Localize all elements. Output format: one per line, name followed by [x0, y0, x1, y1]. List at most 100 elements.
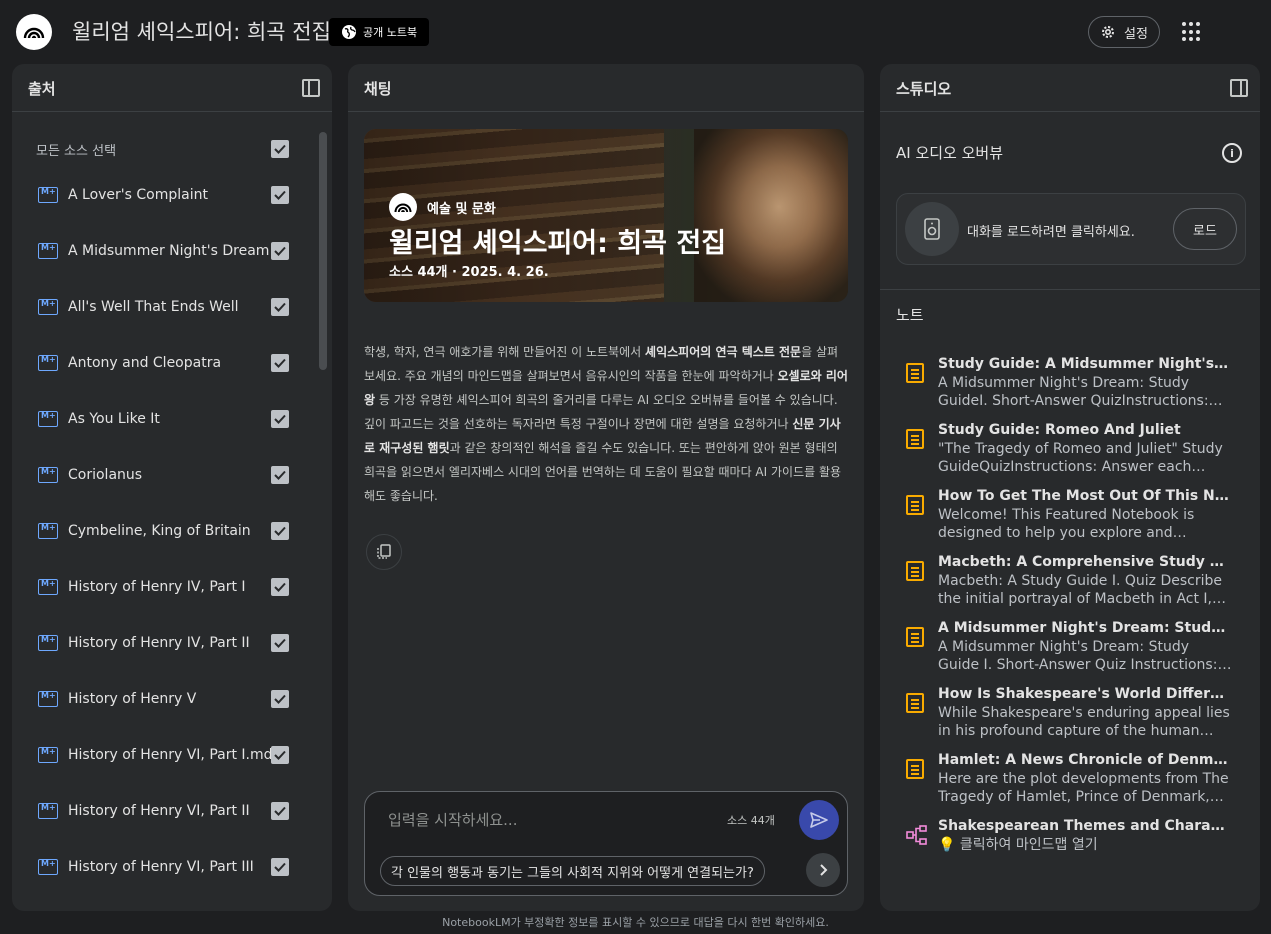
- note-title: A Midsummer Night's Dream: Study Guide: [938, 620, 1232, 636]
- audio-load-prompt: 대화를 로드하려면 클릭하세요.: [967, 225, 1135, 240]
- source-checkbox[interactable]: [271, 746, 289, 764]
- studio-header: 스튜디오: [880, 64, 1260, 112]
- source-item[interactable]: A Lover's Complaint: [12, 169, 320, 225]
- load-button[interactable]: 로드: [1173, 208, 1237, 250]
- note-item[interactable]: Shakespearean Themes and Characters Mind…: [880, 818, 1260, 884]
- chat-header: 채팅: [348, 64, 864, 112]
- hero-subtitle: 소스 44개 · 2025. 4. 26.: [389, 265, 549, 280]
- collapse-panel-icon[interactable]: [1230, 79, 1248, 97]
- send-icon: [810, 812, 828, 828]
- note-icon: [906, 759, 924, 779]
- source-item[interactable]: As You Like It: [12, 393, 320, 449]
- source-checkbox[interactable]: [271, 858, 289, 876]
- note-title: Study Guide: Romeo And Juliet: [938, 422, 1181, 438]
- settings-button[interactable]: 설정: [1088, 16, 1160, 48]
- source-item[interactable]: Coriolanus: [12, 449, 320, 505]
- source-item[interactable]: A Midsummer Night's Dream: [12, 225, 320, 281]
- note-item[interactable]: Macbeth: A Comprehensive Study Guide Macb…: [880, 554, 1260, 620]
- source-count: 소스 44개: [727, 814, 775, 827]
- sources-scrollbar[interactable]: [319, 132, 327, 370]
- source-label: History of Henry IV, Part II: [68, 635, 250, 651]
- source-checkbox[interactable]: [271, 410, 289, 428]
- speaker-icon: [905, 202, 959, 256]
- source-checkbox[interactable]: [271, 354, 289, 372]
- checkmark-icon: [274, 526, 286, 536]
- checkmark-icon: [274, 638, 286, 648]
- note-item[interactable]: Study Guide: A Midsummer Night's Dream A …: [880, 356, 1260, 422]
- chat-input[interactable]: 입력을 시작하세요...: [388, 809, 517, 830]
- source-checkbox[interactable]: [271, 186, 289, 204]
- settings-label: 설정: [1124, 26, 1148, 42]
- source-label: A Lover's Complaint: [68, 187, 208, 203]
- copy-button[interactable]: [366, 534, 402, 570]
- note-icon: [906, 693, 924, 713]
- source-label: History of Henry V: [68, 691, 197, 707]
- source-item[interactable]: Cymbeline, King of Britain: [12, 505, 320, 561]
- sources-title: 출처: [28, 80, 56, 98]
- globe-icon: [342, 25, 356, 39]
- source-checkbox[interactable]: [271, 578, 289, 596]
- checkmark-icon: [274, 246, 286, 256]
- checkmark-icon: [274, 470, 286, 480]
- source-checkbox[interactable]: [271, 690, 289, 708]
- notes-title: 노트: [896, 306, 924, 324]
- checkmark-icon: [274, 144, 286, 154]
- source-checkbox[interactable]: [271, 634, 289, 652]
- next-suggestion-button[interactable]: [806, 853, 840, 887]
- select-all-checkbox[interactable]: [271, 140, 289, 158]
- note-icon: [906, 627, 924, 647]
- top-bar: 윌리엄 셰익스피어: 희곡 전집 공개 노트북 설정: [0, 0, 1271, 64]
- note-item[interactable]: How To Get The Most Out Of This Notebook…: [880, 488, 1260, 554]
- source-label: History of Henry VI, Part II: [68, 803, 250, 819]
- send-button[interactable]: [799, 800, 839, 840]
- note-item[interactable]: Study Guide: Romeo And Juliet "The Traged…: [880, 422, 1260, 488]
- source-item[interactable]: History of Henry IV, Part II: [12, 617, 320, 673]
- source-checkbox[interactable]: [271, 522, 289, 540]
- source-label: Cymbeline, King of Britain: [68, 523, 251, 539]
- suggested-question[interactable]: 각 인물의 행동과 동기는 그들의 사회적 지위와 어떻게 연결되는가?: [380, 856, 765, 886]
- note-icon: [906, 429, 924, 449]
- sources-panel: 출처 모든 소스 선택 A Lover's Complaint A Midsumm…: [12, 64, 332, 911]
- markdown-file-icon: [38, 691, 58, 707]
- source-item[interactable]: History of Henry V: [12, 673, 320, 729]
- notebook-hero-banner: 예술 및 문화 윌리엄 셰익스피어: 희곡 전집 소스 44개 · 2025. …: [364, 129, 848, 302]
- note-item[interactable]: A Midsummer Night's Dream: Study Guide A …: [880, 620, 1260, 686]
- note-title: Hamlet: A News Chronicle of Denmark's Ro…: [938, 752, 1232, 768]
- notebooklm-logo-icon: [389, 193, 417, 221]
- note-list: Study Guide: A Midsummer Night's Dream A …: [880, 356, 1260, 884]
- audio-overview-card[interactable]: 대화를 로드하려면 클릭하세요. 로드: [896, 193, 1246, 265]
- chat-title: 채팅: [364, 80, 392, 98]
- notebooklm-logo-icon[interactable]: [16, 14, 52, 50]
- source-label: As You Like It: [68, 411, 160, 427]
- note-title: Macbeth: A Comprehensive Study Guide: [938, 554, 1232, 570]
- source-checkbox[interactable]: [271, 298, 289, 316]
- hero-title: 윌리엄 셰익스피어: 희곡 전집: [389, 228, 727, 259]
- notebook-title: 윌리엄 셰익스피어: 희곡 전집: [72, 20, 331, 44]
- source-item[interactable]: History of Henry VI, Part I.md: [12, 729, 320, 785]
- markdown-file-icon: [38, 803, 58, 819]
- source-item[interactable]: History of Henry VI, Part III: [12, 841, 320, 897]
- source-checkbox[interactable]: [271, 802, 289, 820]
- info-icon[interactable]: i: [1222, 143, 1242, 163]
- collapse-panel-icon[interactable]: [302, 79, 320, 97]
- checkmark-icon: [274, 414, 286, 424]
- source-label: History of Henry IV, Part I: [68, 579, 246, 595]
- source-label: Coriolanus: [68, 467, 143, 483]
- note-item[interactable]: Hamlet: A News Chronicle of Denmark's Ro…: [880, 752, 1260, 818]
- source-item[interactable]: History of Henry VI, Part II: [12, 785, 320, 841]
- note-preview: A Midsummer Night's Dream: Study GuideI.…: [938, 375, 1209, 409]
- markdown-file-icon: [38, 635, 58, 651]
- source-item[interactable]: History of Henry IV, Part I: [12, 561, 320, 617]
- note-item[interactable]: How Is Shakespeare's World Different fro…: [880, 686, 1260, 752]
- source-label: History of Henry VI, Part I.md: [68, 747, 273, 763]
- source-item[interactable]: All's Well That Ends Well: [12, 281, 320, 337]
- note-icon: [906, 363, 924, 383]
- studio-panel: 스튜디오 AI 오디오 오버뷰 i 대화를 로드하려면 클릭하세요. 로드 노트…: [880, 64, 1260, 911]
- source-item[interactable]: Antony and Cleopatra: [12, 337, 320, 393]
- chat-input-box: 입력을 시작하세요... 소스 44개 각 인물의 행동과 동기는 그들의 사회…: [364, 791, 848, 896]
- note-icon: [906, 495, 924, 515]
- source-checkbox[interactable]: [271, 242, 289, 260]
- source-checkbox[interactable]: [271, 466, 289, 484]
- markdown-file-icon: [38, 523, 58, 539]
- apps-grid-icon[interactable]: [1182, 22, 1202, 42]
